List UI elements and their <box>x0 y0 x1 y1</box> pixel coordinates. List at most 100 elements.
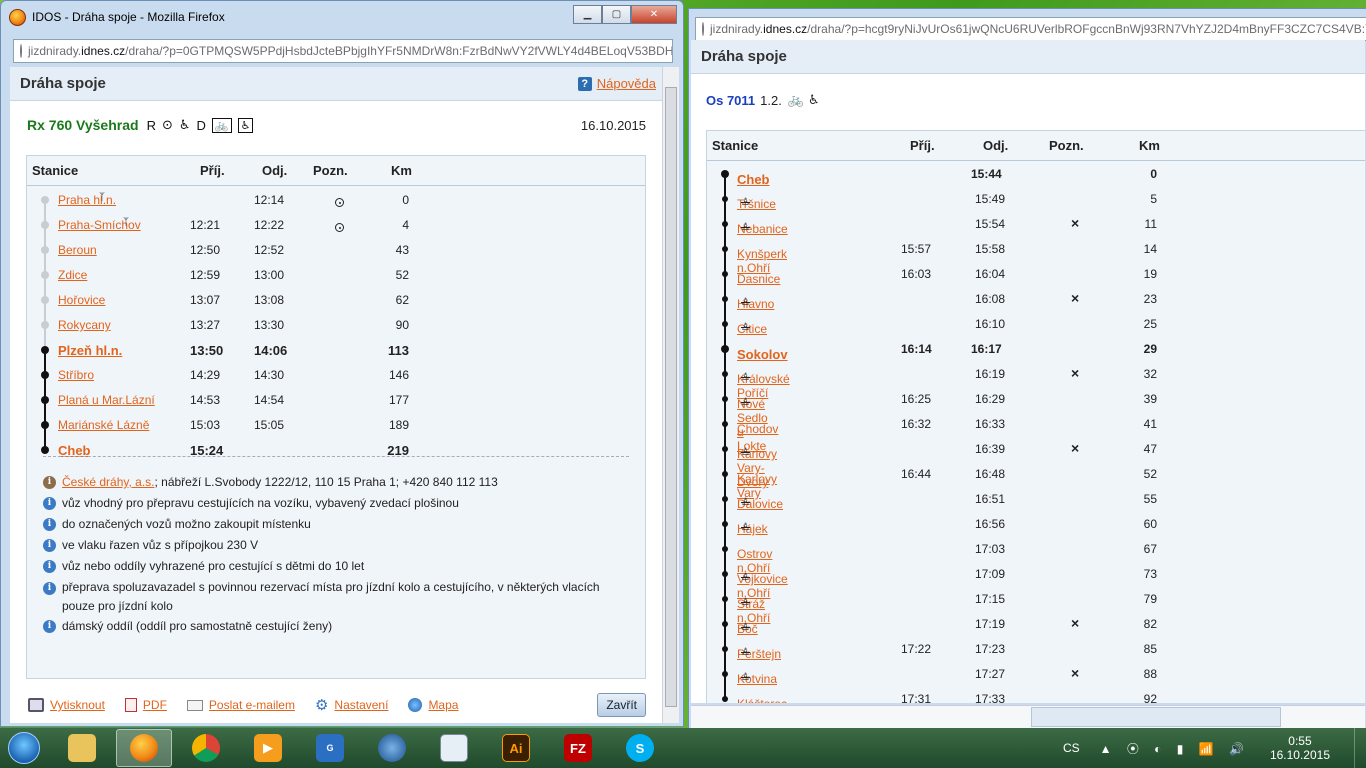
station-link[interactable]: Beroun <box>58 243 97 257</box>
note-text: přeprava spoluzavazadel s povinnou rezer… <box>62 580 600 613</box>
station-link[interactable]: Planá u Mar.Lázní <box>58 393 155 407</box>
arrival-time: 12:59 <box>190 268 221 282</box>
departure-time: 15:44 <box>971 167 1002 181</box>
vertical-scrollbar[interactable] <box>662 67 679 723</box>
chrome-icon <box>192 734 220 762</box>
window-title: IDOS - Dráha spoje - Mozilla Firefox <box>32 10 225 24</box>
taskbar-firefox[interactable] <box>116 729 172 767</box>
scrollbar-thumb[interactable] <box>665 87 677 707</box>
info-icon: i <box>43 582 56 595</box>
station-link[interactable]: Dasnice <box>737 272 780 286</box>
col-km: Km <box>391 163 412 178</box>
distance-km: 85 <box>1143 642 1157 656</box>
email-label: Poslat e-mailem <box>208 698 295 712</box>
distance-km: 19 <box>1143 267 1157 281</box>
taskbar-media[interactable]: ▶ <box>240 729 296 767</box>
print-link[interactable]: Vytisknout <box>28 698 105 712</box>
info-icon: i <box>43 620 56 633</box>
station-link[interactable]: Klášterec n.Ohří <box>737 697 787 703</box>
stop-row: Nové Sedlo u Lokte ♙ 16:25 16:29 39 <box>707 387 1365 453</box>
skype-icon: S <box>626 734 654 762</box>
distance-km: 41 <box>1143 417 1157 431</box>
stop-row: Hlavno ♙ 16:08 × 23 <box>707 287 1365 324</box>
taskbar-chrome[interactable] <box>178 729 234 767</box>
address-bar[interactable]: jizdnirady. idnes.cz/draha/?p=hcgt9ryNiJv… <box>695 17 1366 41</box>
station-link[interactable]: Stříbro <box>58 368 94 382</box>
language-indicator[interactable]: CS <box>1063 741 1080 755</box>
departure-time: 16:29 <box>975 392 1006 406</box>
show-desktop-button[interactable] <box>1354 728 1366 768</box>
info-icon: i <box>43 539 56 552</box>
start-button[interactable] <box>0 728 48 768</box>
departure-time: 12:14 <box>254 193 285 207</box>
pdf-link[interactable]: PDF <box>124 698 167 712</box>
taskbar-thunderbird[interactable] <box>364 729 420 767</box>
station-link[interactable]: Plzeň hl.n. <box>58 343 122 358</box>
taskbar-filezilla[interactable]: FZ <box>550 729 606 767</box>
horizontal-scrollbar[interactable] <box>691 705 1365 729</box>
firefox-window-right: jizdnirady. idnes.cz/draha/?p=hcgt9ryNiJv… <box>688 8 1366 731</box>
email-link[interactable]: Poslat e-mailem <box>186 698 295 712</box>
scrollbar-thumb[interactable] <box>1031 707 1281 727</box>
station-link[interactable]: Sokolov <box>737 347 788 362</box>
close-button[interactable]: Zavřít <box>597 693 646 717</box>
distance-km: 4 <box>402 218 409 232</box>
station-link[interactable]: Hořovice <box>58 293 105 307</box>
departure-time: 16:04 <box>975 267 1006 281</box>
taskbar-game[interactable]: G <box>302 729 358 767</box>
stop-row: Hořovice 13:07 13:08 62 <box>27 288 645 325</box>
firefox-icon <box>130 734 158 762</box>
clock[interactable]: 0:55 16.10.2015 <box>1270 734 1330 762</box>
note-text: dámský oddíl (oddíl pro samostatně cestu… <box>62 619 333 633</box>
taskbar-skype[interactable]: S <box>612 729 668 767</box>
wheelchair-icon: ♿ <box>237 117 254 133</box>
departure-time: 14:30 <box>254 368 285 382</box>
map-link[interactable]: Mapa <box>408 698 458 712</box>
departure-time: 17:15 <box>975 592 1006 606</box>
distance-km: 32 <box>1143 367 1157 381</box>
station-link[interactable]: Chodov <box>737 422 778 436</box>
station-link[interactable]: Rokycany <box>58 318 111 332</box>
url-domain: idnes.cz <box>763 22 808 36</box>
arrival-time: 14:29 <box>190 368 221 382</box>
firefox-window-left: IDOS - Dráha spoje - Mozilla Firefox ▁ ▢… <box>0 0 684 727</box>
arrival-time: 13:50 <box>190 343 224 358</box>
distance-km: 55 <box>1143 492 1157 506</box>
distance-km: 39 <box>1143 392 1157 406</box>
minimize-button[interactable]: ▁ <box>573 5 602 24</box>
departure-time: 17:23 <box>975 642 1006 656</box>
note-cell: × <box>1071 665 1080 681</box>
clock-date: 16.10.2015 <box>1269 748 1330 762</box>
folder-icon <box>68 734 96 762</box>
help-link[interactable]: ? Nápověda <box>577 76 656 91</box>
station-link[interactable]: Zdice <box>58 268 87 282</box>
carrier-link[interactable]: České dráhy, a.s. <box>62 475 154 489</box>
settings-link[interactable]: ⚙ Nastavení <box>315 696 388 714</box>
note-text: do označených vozů možno zakoupit místen… <box>62 517 311 531</box>
request-stop-icon: ♙ <box>741 197 750 208</box>
note-item: i do označených vozů možno zakoupit míste… <box>43 514 629 535</box>
departure-time: 16:39 <box>975 442 1006 456</box>
arrival-time: 16:32 <box>901 417 932 431</box>
station-link[interactable]: Mariánské Lázně <box>58 418 149 432</box>
request-stop-icon: ♙ <box>741 497 750 508</box>
footer-actions: Vytisknout PDF Poslat e-mailem ⚙ Nastaven… <box>28 693 646 717</box>
station-link[interactable]: Praha hl.n. <box>58 193 116 207</box>
taskbar: ▶ G Ai FZ S CS ▲ ⦿ ◐ ▮ 📶 🔊 0:55 16.10.20… <box>0 728 1366 768</box>
maximize-button[interactable]: ▢ <box>602 5 631 24</box>
address-bar[interactable]: jizdnirady. idnes.cz/draha/?p=0GTPMQSW5PP… <box>13 39 673 63</box>
stop-row: Cheb 15:24 219 <box>27 438 645 463</box>
taskbar-explorer[interactable] <box>54 729 110 767</box>
departure-time: 16:17 <box>971 342 1002 356</box>
departure-time: 16:56 <box>975 517 1006 531</box>
station-link[interactable]: Cheb <box>737 172 770 187</box>
tray-icons[interactable]: ▲ ⦿ ◐ ▮ 📶 🔊 <box>1100 740 1250 757</box>
carrier-address: ; nábřeží L.Svobody 1222/12, 110 15 Prah… <box>154 475 498 489</box>
col-arrival: Příj. <box>910 138 935 153</box>
close-window-button[interactable]: ✕ <box>631 5 677 24</box>
pdf-icon <box>124 698 137 712</box>
taskbar-illustrator[interactable]: Ai <box>488 729 544 767</box>
col-notes: Pozn. <box>1049 138 1084 153</box>
taskbar-vpn[interactable] <box>426 729 482 767</box>
stop-row: Beroun 12:50 12:52 43 <box>27 238 645 275</box>
